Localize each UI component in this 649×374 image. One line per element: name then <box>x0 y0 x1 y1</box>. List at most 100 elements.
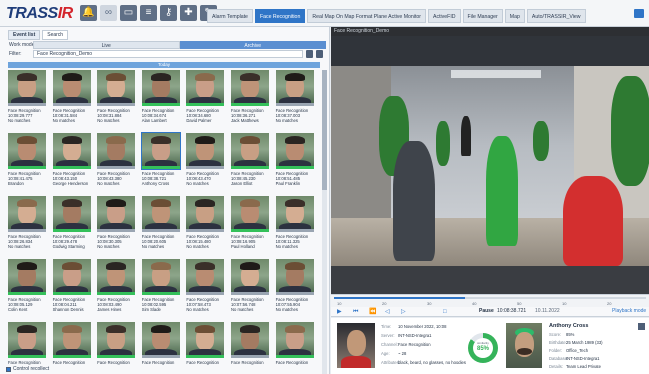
playback-mode-button[interactable]: Playback mode <box>612 308 646 314</box>
workspace-tab[interactable]: Face Recognition <box>254 9 306 23</box>
face-thumbnail <box>97 133 136 169</box>
workspace-tab[interactable]: Map <box>504 9 525 23</box>
mode-button[interactable]: Live <box>33 41 180 49</box>
event-card[interactable]: Face Recognition 10:08:34.680 David Palmer <box>186 70 225 130</box>
event-card[interactable]: Face Recognition <box>275 322 314 374</box>
face-thumbnail <box>141 259 180 295</box>
key-icon[interactable]: ⚷ <box>160 5 177 21</box>
event-card[interactable]: Face Recognition <box>141 322 180 374</box>
database-face-image <box>506 323 542 368</box>
edit-filter-icon[interactable] <box>306 50 313 58</box>
event-card[interactable]: Face Recognition 10:08:43.150 George Hende… <box>52 133 91 193</box>
event-card[interactable]: Face Recognition 10:08:43.470 No matches <box>186 133 225 193</box>
face-thumbnail <box>186 133 225 169</box>
event-card[interactable]: Face Recognition <box>52 322 91 374</box>
event-card[interactable]: Face Recognition 10:08:30.305 No matches <box>97 196 136 256</box>
timeline-progress <box>334 297 466 299</box>
event-card[interactable]: Face Recognition 10:08:04.211 Shannon Denn… <box>52 259 91 319</box>
match-result: No matches <box>186 307 209 312</box>
event-type: Face Recognition <box>186 360 219 365</box>
event-card[interactable]: Face Recognition 10:08:31.884 No matches <box>97 70 136 130</box>
recognition-detail: Time: 10 November 2022, 10:08 Server: INT-N… <box>331 318 649 374</box>
filter-select[interactable]: Face Recognition_Demo <box>33 50 303 58</box>
workspace-tab[interactable]: Auto/TRASSIR_View <box>526 9 586 23</box>
event-card[interactable]: Face Recognition 10:08:15.480 No matches <box>186 196 225 256</box>
layout-icon[interactable]: ≡ <box>140 5 157 21</box>
alarm-bell-icon[interactable]: 🔔 <box>80 5 97 21</box>
playback-controls: ▶ ⏮ ⏪ ◁ ▷ □ Pause 10:08:38.721 10.11.202… <box>331 307 649 317</box>
match-result: No matches <box>8 244 31 249</box>
stop-icon[interactable]: □ <box>443 309 449 315</box>
event-card[interactable]: Face Recognition 10:08:38.721 Anthony Cros… <box>140 132 181 193</box>
field-key: Channel: <box>381 342 398 347</box>
skip-start-icon[interactable]: ⏮ <box>353 309 359 315</box>
event-card[interactable]: Face Recognition <box>231 322 269 374</box>
panel-tab[interactable]: Search <box>42 30 69 40</box>
grid-scrollbar[interactable] <box>322 70 327 374</box>
event-card[interactable]: Face Recognition 10:08:03.490 James Hines <box>97 259 136 319</box>
skip-back-icon[interactable]: ⏪ <box>369 309 376 315</box>
match-result: No matches <box>52 118 75 123</box>
event-card[interactable]: Face Recognition 10:08:41.475 Brandon <box>8 133 46 193</box>
timeline[interactable]: 10 20 30 40 50 10 20 <box>331 294 649 307</box>
event-card[interactable]: Face Recognition <box>97 322 136 374</box>
event-card[interactable]: Face Recognition 10:08:16.905 Paul Holland <box>231 196 269 256</box>
event-card[interactable]: Face Recognition 10:08:43.380 No matches <box>97 133 136 193</box>
workspace-tab[interactable]: File Manager <box>462 9 503 23</box>
video-header: Face Recognition_Demo <box>331 27 649 36</box>
edit-person-icon[interactable] <box>638 323 645 330</box>
work-mode-label: Work mode: <box>9 42 36 48</box>
event-card[interactable]: Face Recognition 10:08:26.834 No matches <box>8 196 46 256</box>
filter-actions <box>306 50 323 58</box>
monitor-icon[interactable]: ▭ <box>120 5 137 21</box>
similarity-gauge: similarity 85% <box>468 333 498 363</box>
workspace-tab[interactable]: Real Map On Map Format Plane Active Moni… <box>307 9 427 23</box>
timeline-label: 30 <box>427 301 432 306</box>
camera-link-icon[interactable]: ∞ <box>100 5 117 21</box>
checkbox[interactable] <box>6 366 11 372</box>
event-card[interactable]: Face Recognition 10:07:58.473 No matches <box>186 259 225 319</box>
face-thumbnail <box>141 322 180 358</box>
timeline-label: 10 <box>337 301 342 306</box>
event-card[interactable]: Face Recognition 10:08:37.003 No matches <box>275 70 314 130</box>
workspace-tab[interactable]: ActiveFID <box>428 9 461 23</box>
play-icon[interactable]: ▶ <box>337 309 343 315</box>
event-card[interactable]: Face Recognition <box>186 322 225 374</box>
match-result: No matches <box>8 118 31 123</box>
event-card[interactable]: Face Recognition 10:08:29.478 Godwig Starm… <box>52 196 91 256</box>
event-card[interactable]: Face Recognition 10:07:56.748 No matches <box>231 259 269 319</box>
video-view[interactable] <box>331 36 649 294</box>
workspace-tab[interactable]: Alarm Template <box>207 9 253 23</box>
step-back-icon[interactable]: ◁ <box>385 309 391 315</box>
step-forward-icon[interactable]: ▷ <box>401 309 407 315</box>
panel-tab[interactable]: Event list <box>8 30 41 40</box>
event-card[interactable]: Face Recognition 10:08:36.271 Jack Matthew… <box>231 70 269 130</box>
field-value: black, beard, no glasses, no hoodies <box>398 360 466 365</box>
detail-field: Attributes:black, beard, no glasses, no … <box>381 360 466 365</box>
event-card[interactable]: Face Recognition 10:08:51.485 Paul Frankli… <box>275 133 314 193</box>
event-card[interactable]: Face Recognition 10:08:20.605 No matches <box>141 196 180 256</box>
event-card[interactable]: Face Recognition 10:08:45.230 Jason Elliot <box>231 133 269 193</box>
field-key: Server: <box>381 333 395 338</box>
delete-filter-icon[interactable] <box>316 50 323 58</box>
face-thumbnail <box>97 259 136 295</box>
control-recollect[interactable]: Control recollect <box>6 366 49 372</box>
scrollbar-thumb[interactable] <box>322 70 327 190</box>
person-back <box>393 141 435 261</box>
puzzle-icon[interactable]: ✚ <box>180 5 197 21</box>
window-control-icon[interactable] <box>634 9 644 18</box>
field-key: Database: <box>549 356 569 361</box>
person-field: Birthdate:25 March 1989 (33) <box>549 340 603 345</box>
event-card[interactable]: Face Recognition 10:08:31.584 No matches <box>52 70 91 130</box>
person-field: Folder: Office_Tech <box>549 348 588 353</box>
face-thumbnail <box>275 70 314 106</box>
similarity-inner: similarity 85% <box>473 338 493 358</box>
face-thumbnail <box>52 322 91 358</box>
event-card[interactable]: Face Recognition 10:08:11.325 No matches <box>275 196 314 256</box>
mode-button[interactable]: Archive <box>179 41 326 49</box>
event-card[interactable]: Face Recognition 10:08:05.129 Colin Kent <box>8 259 46 319</box>
event-card[interactable]: Face Recognition 10:08:02.595 Sim Slade <box>141 259 180 319</box>
event-card[interactable]: Face Recognition 10:08:34.674 Alan Lambert <box>141 70 180 130</box>
event-card[interactable]: Face Recognition 10:07:55.904 No matches <box>275 259 314 319</box>
event-card[interactable]: Face Recognition 10:08:29.777 No matches <box>8 70 46 130</box>
